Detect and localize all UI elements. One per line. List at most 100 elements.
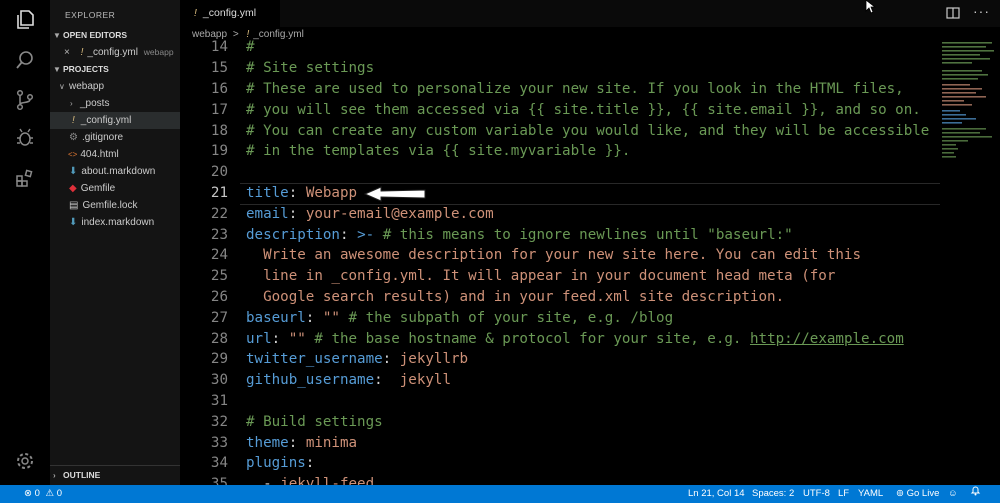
- ruby-file-icon: ◆: [69, 183, 77, 194]
- document-file-icon: ▤: [69, 200, 79, 211]
- minimap[interactable]: [940, 40, 998, 485]
- line-number: 32: [210, 413, 228, 430]
- file-label: Gemfile.lock: [82, 200, 138, 211]
- indentation[interactable]: Spaces: 2: [752, 485, 794, 503]
- line-number: 16: [210, 81, 228, 97]
- line-number: 26: [210, 289, 228, 305]
- code-line: github_username: jekyll: [246, 372, 451, 389]
- open-editor-name: _config.yml: [87, 47, 138, 58]
- chevron-down-icon: ∨: [59, 82, 65, 91]
- line-number: 31: [210, 393, 228, 409]
- line-number: 25: [210, 268, 228, 285]
- code-line: url: "" # the base hostname & protocol f…: [246, 330, 904, 347]
- split-editor-icon[interactable]: [946, 6, 960, 25]
- line-number: 22: [210, 205, 228, 222]
- yaml-file-icon: !: [72, 115, 75, 126]
- file-label: _posts: [80, 98, 110, 109]
- markdown-file-icon: ⬇: [69, 217, 78, 228]
- code-line: theme: minima: [246, 434, 358, 451]
- open-editor-item[interactable]: × ! _config.yml webapp: [50, 44, 180, 61]
- file-label: 404.html: [80, 149, 119, 160]
- code-line: plugins:: [246, 455, 315, 472]
- bell-icon[interactable]: [970, 485, 981, 503]
- chevron-down-icon: ▼: [53, 31, 61, 40]
- file-gemfile-lock[interactable]: ▤ Gemfile.lock: [50, 197, 180, 214]
- folder-posts[interactable]: › _posts: [50, 95, 180, 112]
- search-icon[interactable]: [13, 48, 37, 72]
- projects-section[interactable]: ▼ PROJECTS: [50, 61, 180, 78]
- yaml-file-icon: !: [246, 29, 250, 40]
- code-editor[interactable]: 14 15 16 17 18 19 20 21 22 23 24 25 26 2…: [180, 40, 940, 485]
- code-line: description: >- # this means to ignore n…: [246, 226, 793, 243]
- folder-webapp[interactable]: ∨ webapp: [50, 78, 180, 95]
- breadcrumb-folder[interactable]: webapp: [192, 29, 227, 40]
- line-number: 34: [210, 455, 228, 472]
- folder-label: webapp: [69, 81, 105, 92]
- line-number: 33: [210, 434, 228, 451]
- end-of-line[interactable]: LF: [838, 485, 849, 503]
- file-404-html[interactable]: <> 404.html: [50, 146, 180, 163]
- error-icon: ⊗: [24, 488, 32, 499]
- code-line: # Site settings: [246, 60, 375, 77]
- code-line: Google search results) and in your feed.…: [246, 289, 785, 305]
- tab-bar: ! _config.yml ···: [180, 0, 1000, 27]
- outline-section[interactable]: › OUTLINE: [50, 467, 180, 484]
- source-control-icon[interactable]: [13, 88, 37, 112]
- encoding[interactable]: UTF-8: [803, 485, 830, 503]
- chevron-right-icon: ›: [70, 99, 73, 108]
- debug-icon[interactable]: [13, 125, 37, 149]
- line-number: 24: [210, 247, 228, 264]
- code-line: baseurl: "" # the subpath of your site, …: [246, 309, 674, 326]
- explorer-title: EXPLORER: [65, 10, 116, 20]
- code-line: #: [246, 40, 255, 56]
- file-config-yml[interactable]: ! _config.yml: [50, 112, 180, 129]
- files-icon[interactable]: [13, 8, 37, 32]
- problems-indicator[interactable]: ⊗ 0 ⚠ 0: [24, 485, 62, 503]
- code-line: - jekyll-feed: [246, 476, 375, 485]
- divider: [50, 465, 180, 466]
- close-icon[interactable]: ×: [64, 47, 70, 58]
- warning-count: 0: [56, 488, 63, 499]
- code-line: # in the templates via {{ site.myvariabl…: [246, 143, 631, 160]
- code-line: # you will see them accessed via {{ site…: [246, 101, 921, 118]
- markdown-file-icon: ⬇: [69, 166, 78, 177]
- tab-label: _config.yml: [202, 7, 257, 19]
- code-line: line in _config.yml. It will appear in y…: [246, 268, 836, 285]
- yaml-file-icon: !: [194, 7, 197, 19]
- html-file-icon: <>: [68, 150, 78, 159]
- explorer-sidebar: EXPLORER ▼ OPEN EDITORS × ! _config.yml we…: [50, 0, 180, 485]
- file-about-markdown[interactable]: ⬇ about.markdown: [50, 163, 180, 180]
- editor-area: ! _config.yml ··· webapp > ! _config.yml 1…: [180, 0, 1000, 485]
- line-number: 28: [210, 330, 228, 347]
- file-gitignore[interactable]: ⚙ .gitignore: [50, 129, 180, 146]
- code-line: title: Webapp: [246, 185, 358, 201]
- mouse-cursor-icon: [865, 0, 877, 19]
- file-gemfile[interactable]: ◆ Gemfile: [50, 180, 180, 197]
- breadcrumb-separator: >: [232, 29, 239, 40]
- settings-gear-icon[interactable]: [13, 449, 37, 473]
- more-actions-icon[interactable]: ···: [973, 3, 990, 19]
- projects-label: PROJECTS: [63, 64, 109, 74]
- tab-config-yml[interactable]: ! _config.yml: [180, 0, 280, 27]
- line-number: 15: [210, 60, 228, 77]
- file-label: .gitignore: [81, 132, 124, 143]
- line-number: 21: [210, 185, 228, 201]
- status-bar: ⊗ 0 ⚠ 0 Ln 21, Col 14 Spaces: 2 UTF-8 LF…: [0, 485, 1000, 503]
- gear-file-icon: ⚙: [69, 132, 78, 143]
- line-number: 17: [210, 101, 228, 118]
- open-editors-label: OPEN EDITORS: [63, 30, 128, 40]
- file-index-markdown[interactable]: ⬇ index.markdown: [50, 214, 180, 231]
- language-mode[interactable]: YAML: [858, 485, 883, 503]
- cursor-position[interactable]: Ln 21, Col 14: [688, 485, 745, 503]
- breadcrumb-file[interactable]: _config.yml: [253, 29, 304, 40]
- open-editors-section[interactable]: ▼ OPEN EDITORS: [50, 27, 180, 44]
- line-number: 19: [210, 143, 228, 160]
- outline-label: OUTLINE: [63, 470, 101, 480]
- line-number: 23: [210, 226, 228, 243]
- go-live-button[interactable]: ⊚ Go Live: [896, 485, 939, 503]
- yaml-file-icon: !: [80, 47, 84, 58]
- breadcrumb: webapp > ! _config.yml: [192, 29, 304, 40]
- activity-bar: [0, 0, 50, 485]
- extensions-icon[interactable]: [13, 167, 37, 191]
- account-icon[interactable]: ☺: [948, 485, 958, 503]
